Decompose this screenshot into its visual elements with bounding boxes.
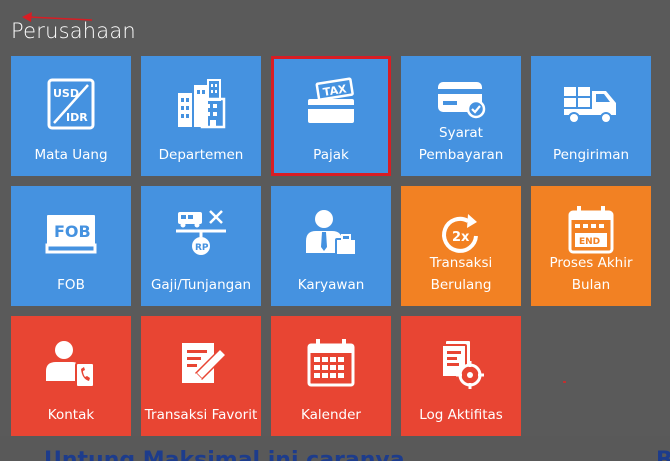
tile-log-aktifitas[interactable]: Log Aktifitas (401, 316, 521, 436)
svg-text:RP: RP (195, 243, 209, 253)
stray-mark (563, 381, 566, 383)
favorite-transaction-icon (182, 343, 228, 383)
tile-label: Transaksi Favorit (144, 407, 258, 423)
tile-syarat-pembayaran[interactable]: Syarat Pembayaran (401, 56, 521, 176)
tile-fob[interactable]: FOB FOB (11, 186, 131, 306)
tile-label: FOB (57, 277, 85, 293)
svg-text:IDR: IDR (66, 111, 88, 124)
tile-departemen[interactable]: Departemen (141, 56, 261, 176)
svg-text:END: END (579, 237, 600, 247)
tile-label: Transaksi Berulang (429, 255, 493, 293)
tax-ticket-icon: TAX (308, 77, 354, 123)
tile-label: Pajak (313, 147, 349, 163)
tile-label: Log Aktifitas (419, 407, 503, 423)
tile-label: Kalender (301, 407, 361, 423)
tile-kalender[interactable]: Kalender (271, 316, 391, 436)
salary-benefit-icon: RP (176, 210, 226, 255)
tile-label: Gaji/Tunjangan (150, 277, 252, 293)
tile-label: Departemen (158, 147, 244, 163)
svg-text:FOB: FOB (54, 222, 91, 241)
tile-karyawan[interactable]: Karyawan (271, 186, 391, 306)
fob-box-icon: FOB (45, 215, 97, 254)
tile-mata-uang[interactable]: USD IDR Mata Uang (11, 56, 131, 176)
tile-label: Proses Akhir Bulan (549, 255, 633, 293)
payment-card-icon (438, 82, 486, 119)
tile-transaksi-berulang[interactable]: 2x Transaksi Berulang (401, 186, 521, 306)
page-title: Perusahaan (11, 19, 136, 43)
tile-gaji-tunjangan[interactable]: RP Gaji/Tunjangan (141, 186, 261, 306)
tile-label: Karyawan (297, 277, 365, 293)
svg-text:2x: 2x (452, 230, 470, 245)
tile-label: Mata Uang (34, 147, 108, 163)
underlying-page-heading: Untung Maksimal ini caranya. (44, 448, 413, 461)
activity-log-icon (441, 341, 484, 389)
tile-kontak[interactable]: Kontak (11, 316, 131, 436)
currency-exchange-icon: USD IDR (47, 78, 95, 130)
employee-icon (306, 210, 357, 256)
tile-label: Syarat Pembayaran (418, 125, 504, 163)
calendar-end-icon: END (568, 206, 614, 254)
tile-transaksi-favorit[interactable]: Transaksi Favorit (141, 316, 261, 436)
tile-pajak[interactable]: TAX Pajak (271, 56, 391, 176)
tile-pengiriman[interactable]: Pengiriman (531, 56, 651, 176)
calendar-icon (307, 339, 355, 387)
tile-proses-akhir-bulan[interactable]: END Proses Akhir Bulan (531, 186, 651, 306)
truck-icon (564, 87, 616, 124)
tile-label: Kontak (47, 407, 95, 423)
svg-text:USD: USD (53, 87, 79, 100)
contact-icon (46, 341, 95, 388)
buildings-icon (178, 79, 226, 129)
underlying-page-letter: B (656, 448, 670, 461)
tile-label: Pengiriman (552, 147, 630, 163)
